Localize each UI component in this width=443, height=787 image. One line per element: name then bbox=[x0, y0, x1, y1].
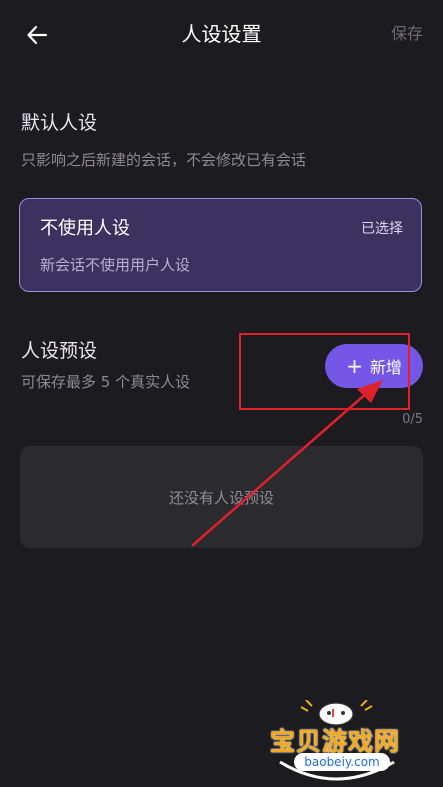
no-persona-option-card[interactable]: 不使用人设 已选择 新会话不使用用户人设 bbox=[19, 198, 422, 292]
preset-section-title: 人设预设 bbox=[21, 340, 98, 362]
site-watermark: 宝贝游戏网 baobeiy.com bbox=[266, 700, 416, 782]
watermark-url: baobeiy.com bbox=[294, 753, 390, 771]
empty-state-text: 还没有人设预设 bbox=[168, 488, 274, 507]
default-section-title: 默认人设 bbox=[21, 112, 98, 134]
default-section-subtitle: 只影响之后新建的会话，不会修改已有会话 bbox=[21, 151, 307, 169]
empty-preset-placeholder: 还没有人设预设 bbox=[20, 446, 423, 548]
preset-counter: 0/5 bbox=[402, 412, 423, 427]
option-description: 新会话不使用用户人设 bbox=[40, 256, 191, 274]
page-title: 人设设置 bbox=[181, 22, 262, 46]
top-bar: 人设设置 保存 bbox=[0, 0, 443, 68]
selected-badge: 已选择 bbox=[361, 221, 403, 237]
plus-icon: + bbox=[346, 354, 363, 378]
persona-settings-screen: 人设设置 保存 默认人设 只影响之后新建的会话，不会修改已有会话 不使用人设 已… bbox=[0, 0, 443, 787]
add-preset-button[interactable]: + 新增 bbox=[325, 344, 423, 388]
save-button[interactable]: 保存 bbox=[391, 22, 423, 46]
add-preset-label: 新增 bbox=[369, 358, 402, 377]
option-title: 不使用人设 bbox=[40, 218, 130, 239]
preset-section-subtitle: 可保存最多 5 个真实人设 bbox=[21, 373, 191, 391]
